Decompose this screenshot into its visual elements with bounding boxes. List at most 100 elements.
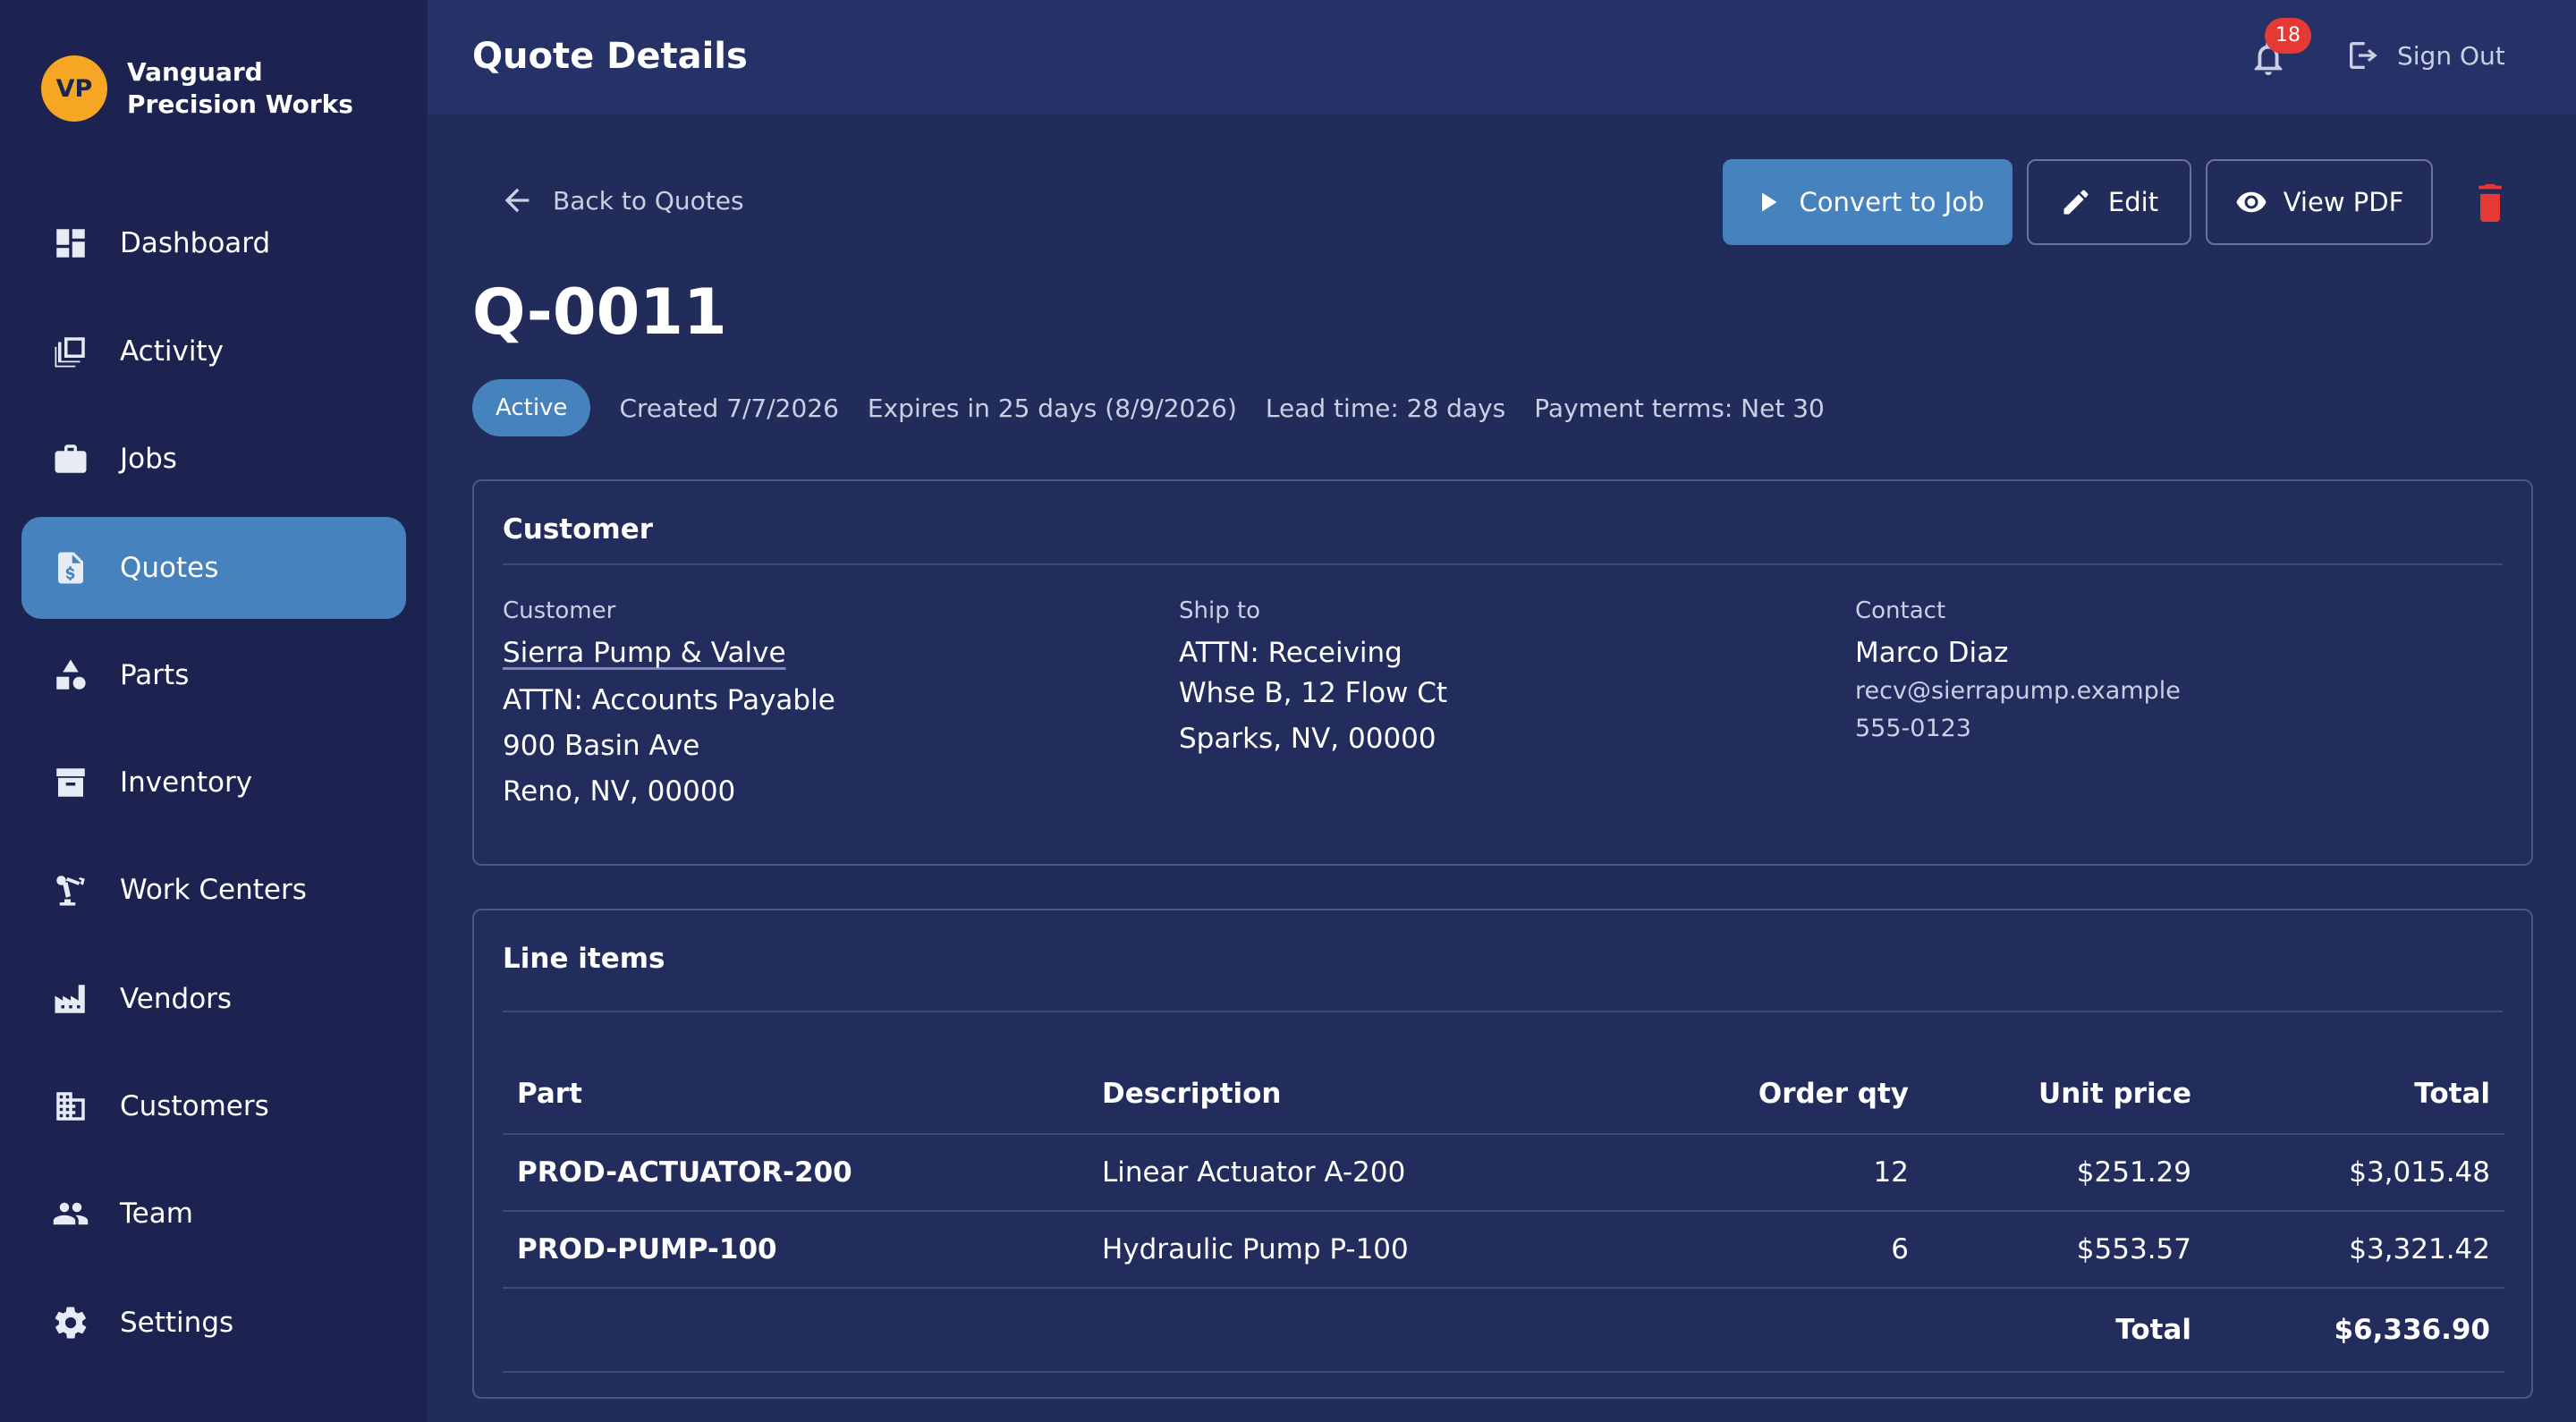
briefcase-icon: [21, 440, 120, 478]
company-name: Vanguard Precision Works: [127, 57, 353, 119]
line-total: $3,321.42: [2206, 1211, 2504, 1289]
delete-trash-icon[interactable]: [2470, 181, 2510, 224]
customer-street: 900 Basin Ave: [503, 730, 700, 762]
quote-number: Q-0011: [472, 275, 727, 349]
contact-phone: 555-0123: [1855, 715, 1971, 742]
page-title: Quote Details: [472, 36, 748, 77]
shapes-icon: [21, 656, 120, 694]
column-header-description: Description: [1088, 1054, 1642, 1135]
card-divider: [503, 563, 2503, 565]
sign-out-button[interactable]: Sign Out: [2345, 38, 2505, 73]
table-header-row: Part Description Order qty Unit price To…: [503, 1054, 2504, 1135]
sidebar-item-label: Inventory: [120, 766, 253, 799]
sidebar-item-label: Activity: [120, 335, 224, 368]
order-qty: 6: [1642, 1211, 1923, 1289]
gear-icon: [21, 1304, 120, 1342]
contact-email: recv@sierrapump.example: [1855, 677, 2181, 705]
archive-box-icon: [21, 764, 120, 801]
play-icon: [1761, 192, 1777, 212]
company-avatar: VP: [41, 55, 107, 122]
customer-column: Customer Sierra Pump & Valve ATTN: Accou…: [503, 597, 835, 815]
view-pdf-button[interactable]: View PDF: [2206, 159, 2433, 245]
column-header-total: Total: [2206, 1054, 2504, 1135]
table-row[interactable]: PROD-PUMP-100 Hydraulic Pump P-100 6 $55…: [503, 1211, 2504, 1289]
sidebar-item-parts[interactable]: Parts: [21, 624, 406, 726]
sidebar-item-quotes[interactable]: Quotes: [21, 517, 406, 619]
ship-to-attn: ATTN: Receiving: [1179, 637, 1402, 669]
sidebar-item-dashboard[interactable]: Dashboard: [21, 192, 406, 294]
convert-label: Convert to Job: [1799, 187, 1985, 217]
pencil-icon: [2063, 190, 2089, 215]
arrow-left-icon: [504, 188, 530, 213]
customer-card: Customer Customer Sierra Pump & Valve AT…: [472, 479, 2533, 866]
contact-label: Contact: [1855, 597, 1946, 624]
sidebar-item-work-centers[interactable]: Work Centers: [21, 839, 406, 941]
sidebar-item-inventory[interactable]: Inventory: [21, 732, 406, 834]
notification-count-badge: 18: [2265, 18, 2311, 54]
column-header-order-qty: Order qty: [1642, 1054, 1923, 1135]
sidebar-item-label: Settings: [120, 1307, 234, 1339]
part-number: PROD-ACTUATOR-200: [503, 1134, 1088, 1212]
sidebar-item-customers[interactable]: Customers: [21, 1055, 406, 1157]
robot-arm-icon: [21, 871, 120, 909]
sidebar-item-label: Parts: [120, 659, 190, 691]
column-header-unit-price: Unit price: [1923, 1054, 2206, 1135]
edit-button[interactable]: Edit: [2027, 159, 2191, 245]
table-row[interactable]: PROD-ACTUATOR-200 Linear Actuator A-200 …: [503, 1134, 2504, 1212]
view-pdf-label: View PDF: [2283, 187, 2404, 217]
ship-to-city: Sparks, NV, 00000: [1179, 723, 1436, 755]
contact-column: Contact Marco Diaz recv@sierrapump.examp…: [1855, 597, 2181, 748]
sidebar-item-settings[interactable]: Settings: [21, 1272, 406, 1374]
back-to-quotes-link[interactable]: Back to Quotes: [499, 182, 744, 218]
contact-name: Marco Diaz: [1855, 637, 2009, 669]
sidebar-item-team[interactable]: Team: [21, 1163, 406, 1265]
column-header-part: Part: [503, 1054, 1088, 1135]
part-number: PROD-PUMP-100: [503, 1211, 1088, 1289]
factory-icon: [21, 980, 120, 1018]
sidebar-item-label: Team: [120, 1198, 193, 1230]
building-icon: [21, 1088, 120, 1125]
sidebar-item-label: Quotes: [120, 552, 219, 584]
customer-name-link[interactable]: Sierra Pump & Valve: [503, 637, 835, 669]
lead-time: Lead time: 28 days: [1265, 393, 1506, 423]
sidebar-item-label: Work Centers: [120, 874, 307, 906]
ship-to-label: Ship to: [1179, 597, 1261, 624]
status-badge: Active: [472, 379, 591, 436]
quote-document-icon: [21, 549, 120, 587]
grand-total-row: Total $6,336.90: [503, 1288, 2504, 1373]
sign-out-label: Sign Out: [2397, 40, 2505, 71]
convert-to-job-button[interactable]: Convert to Job: [1723, 159, 2012, 245]
dashboard-icon: [21, 224, 120, 262]
created-date: Created 7/7/2026: [619, 393, 839, 423]
sidebar-item-jobs[interactable]: Jobs: [21, 408, 406, 510]
people-icon: [21, 1195, 120, 1232]
customer-city: Reno, NV, 00000: [503, 775, 736, 808]
sidebar-item-vendors[interactable]: Vendors: [21, 948, 406, 1050]
brand: VP Vanguard Precision Works: [41, 55, 395, 122]
card-divider: [503, 1011, 2503, 1012]
sidebar-item-label: Vendors: [120, 983, 233, 1015]
sidebar-item-label: Customers: [120, 1090, 269, 1122]
sidebar-item-label: Dashboard: [120, 227, 271, 259]
customer-card-title: Customer: [503, 513, 654, 546]
unit-price: $553.57: [1923, 1211, 2206, 1289]
part-description: Linear Actuator A-200: [1088, 1134, 1642, 1212]
ship-to-street: Whse B, 12 Flow Ct: [1179, 677, 1448, 709]
quote-meta: Active Created 7/7/2026 Expires in 25 da…: [472, 379, 1825, 436]
line-items-card: Line items Part Description Order qty Un…: [472, 909, 2533, 1399]
grand-total-value: $6,336.90: [2206, 1288, 2504, 1373]
grand-total-label: Total: [1923, 1288, 2206, 1373]
line-total: $3,015.48: [2206, 1134, 2504, 1212]
line-items-title: Line items: [503, 943, 665, 975]
unit-price: $251.29: [1923, 1134, 2206, 1212]
part-description: Hydraulic Pump P-100: [1088, 1211, 1642, 1289]
sidebar-item-label: Jobs: [120, 443, 177, 475]
order-qty: 12: [1642, 1134, 1923, 1212]
top-header: Quote Details 18 Sign Out: [428, 0, 2576, 114]
eye-icon: [2236, 191, 2267, 213]
logout-icon: [2350, 42, 2377, 69]
back-label: Back to Quotes: [553, 185, 744, 216]
activity-icon: [21, 333, 120, 370]
sidebar: VP Vanguard Precision Works Dashboard Ac…: [0, 0, 428, 1422]
sidebar-item-activity[interactable]: Activity: [21, 300, 406, 402]
